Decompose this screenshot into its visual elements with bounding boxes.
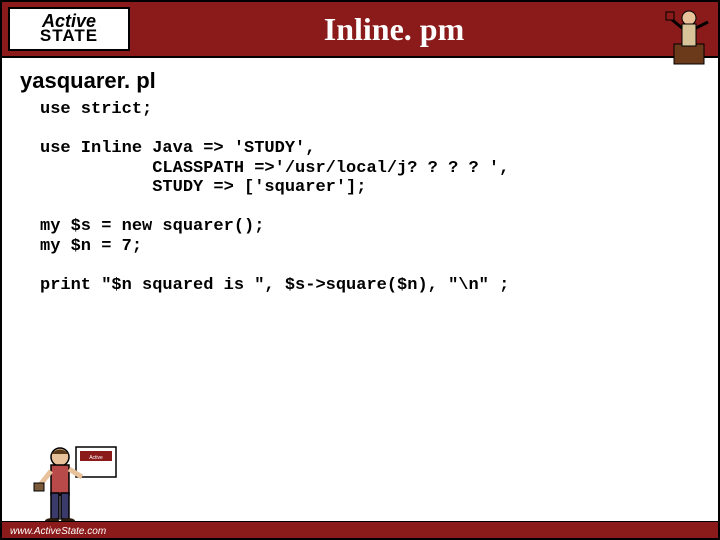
slide-header: Active STATE Inline. pm xyxy=(2,2,718,58)
worker-icon xyxy=(664,4,714,66)
worker-figure-large: Active xyxy=(32,439,122,524)
code-block: use strict; use Inline Java => 'STUDY', … xyxy=(40,100,718,295)
slide-footer: www.ActiveState.com xyxy=(2,521,718,538)
logo-text-bottom: STATE xyxy=(40,29,98,43)
slide-container: Active STATE Inline. pm yasquarer. pl us… xyxy=(0,0,720,540)
slide-subtitle: yasquarer. pl xyxy=(20,68,718,94)
svg-text:Active: Active xyxy=(89,455,103,461)
footer-url: www.ActiveState.com xyxy=(10,526,106,537)
activestate-logo: Active STATE xyxy=(8,7,130,51)
slide-title: Inline. pm xyxy=(130,11,718,48)
